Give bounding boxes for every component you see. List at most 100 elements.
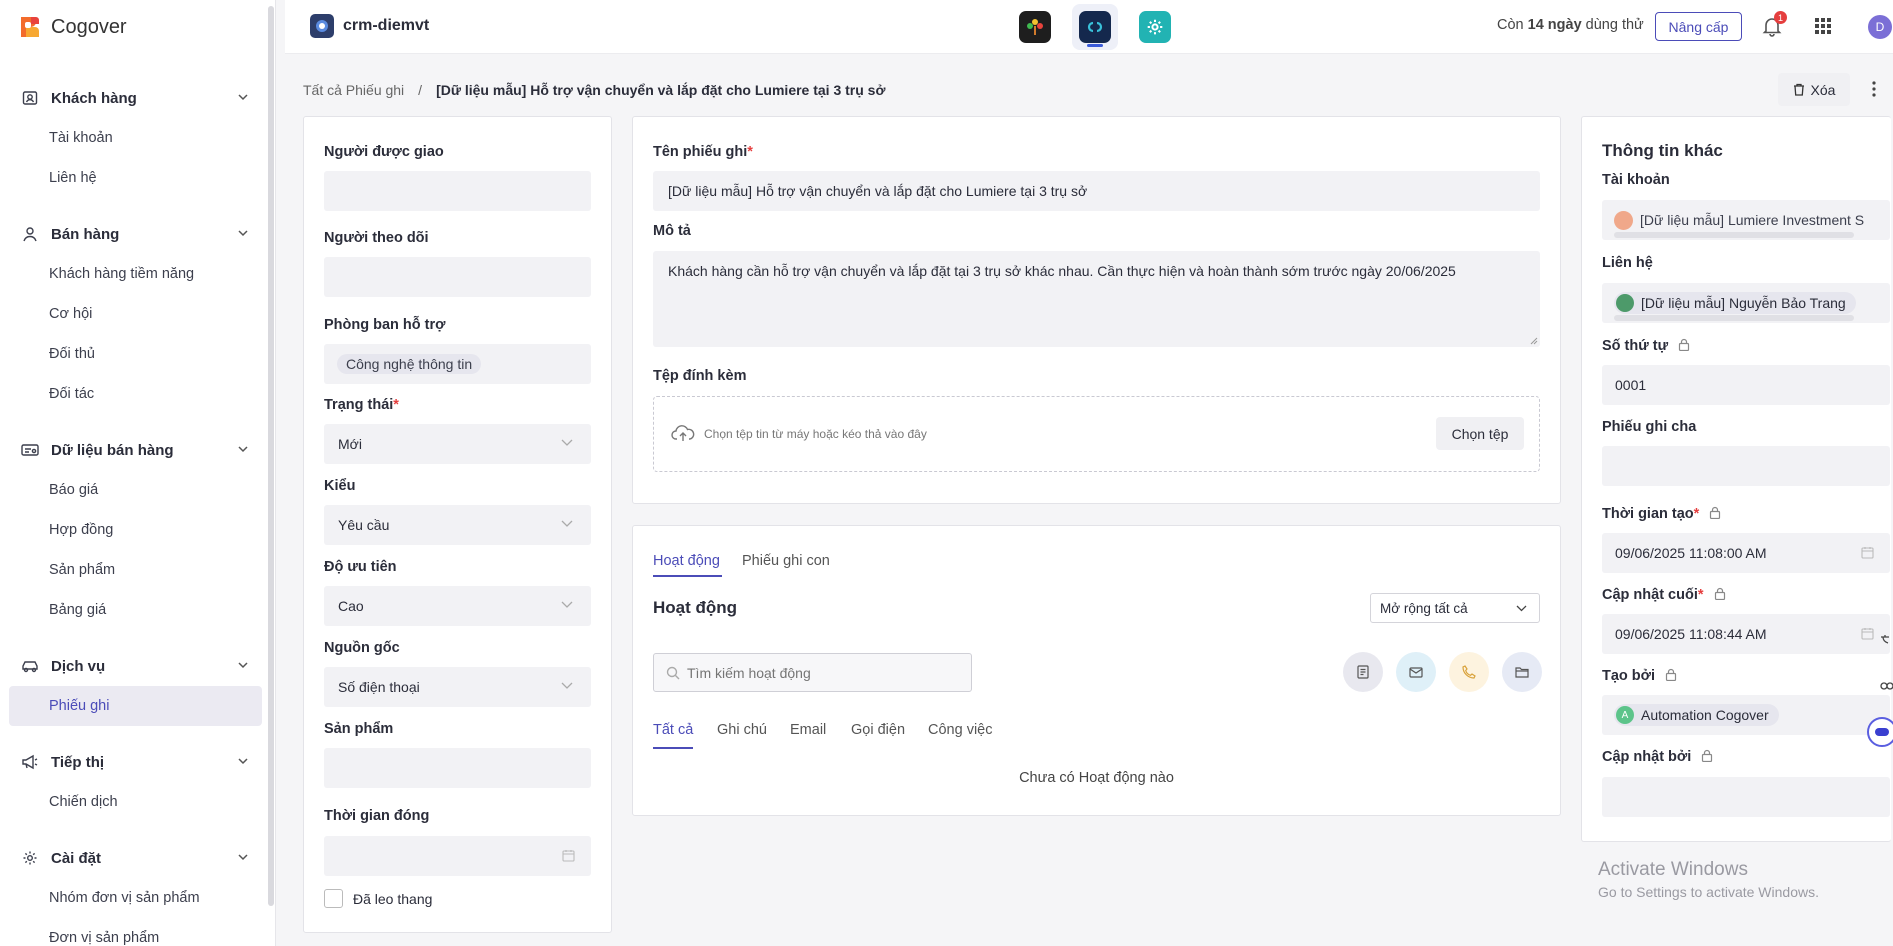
tab-hoat-dong[interactable]: Hoạt động bbox=[653, 553, 720, 569]
delete-button[interactable]: Xóa bbox=[1778, 73, 1850, 106]
sidebar-item-chien-dich[interactable]: Chiến dịch bbox=[9, 782, 262, 822]
expand-all-select[interactable]: Mở rộng tất cả bbox=[1370, 593, 1540, 623]
link-icon[interactable] bbox=[1879, 678, 1893, 694]
workspace-name: crm-diemvt bbox=[343, 17, 430, 34]
more-vertical-icon[interactable] bbox=[1872, 81, 1876, 97]
app-tile-settings[interactable] bbox=[1132, 4, 1178, 50]
origin-select[interactable]: Số điện thoại bbox=[324, 667, 591, 707]
nav-group-label: Bán hàng bbox=[51, 225, 120, 243]
chevron-down-icon bbox=[238, 94, 248, 101]
workspace-icon bbox=[310, 14, 334, 38]
scrollbar-thumb[interactable] bbox=[268, 6, 274, 906]
app-logo[interactable]: Cogover bbox=[17, 14, 127, 40]
contact-name: [Dữ liệu mẫu] Nguyễn Bảo Trang bbox=[1641, 295, 1846, 311]
type-label: Kiểu bbox=[324, 478, 356, 494]
created-by-tag: A Automation Cogover bbox=[1614, 704, 1779, 726]
app-tile-flower[interactable] bbox=[1012, 4, 1058, 50]
sidebar-item-khach-hang-tiem-nang[interactable]: Khách hàng tiềm năng bbox=[9, 254, 262, 294]
windows-activation-subtitle: Go to Settings to activate Windows. bbox=[1598, 884, 1819, 900]
sidebar-item-lien-he[interactable]: Liên hệ bbox=[9, 158, 262, 198]
created-time-label: Thời gian tạo* bbox=[1602, 506, 1721, 522]
contact-scrollbar[interactable] bbox=[1614, 315, 1854, 321]
escalated-checkbox[interactable] bbox=[324, 889, 343, 908]
note-action-button[interactable] bbox=[1343, 652, 1383, 692]
breadcrumb-root-link[interactable]: Tất cả Phiếu ghi bbox=[303, 82, 404, 98]
parent-ticket-field[interactable] bbox=[1602, 446, 1890, 486]
nav-group-dich-vu[interactable]: Dịch vụ bbox=[9, 646, 262, 686]
email-action-button[interactable] bbox=[1396, 652, 1436, 692]
department-label: Phòng ban hỗ trợ bbox=[324, 317, 446, 333]
status-select[interactable]: Mới bbox=[324, 424, 591, 464]
sidebar-item-bang-gia[interactable]: Bảng giá bbox=[9, 590, 262, 630]
sidebar-item-don-vi-san-pham[interactable]: Đơn vị sản phẩm bbox=[9, 918, 262, 946]
department-field[interactable]: Công nghệ thông tin bbox=[324, 344, 591, 384]
priority-select[interactable]: Cao bbox=[324, 586, 591, 626]
sidebar-item-phieu-ghi[interactable]: Phiếu ghi bbox=[9, 686, 262, 726]
filter-goi-dien[interactable]: Gọi điện bbox=[851, 722, 905, 738]
translate-icon[interactable] bbox=[1879, 634, 1893, 650]
filter-ghi-chu[interactable]: Ghi chú bbox=[717, 722, 767, 738]
product-field[interactable] bbox=[324, 748, 591, 788]
upgrade-button[interactable]: Nâng cấp bbox=[1655, 12, 1742, 41]
user-avatar[interactable]: D bbox=[1868, 15, 1892, 39]
type-select[interactable]: Yêu cầu bbox=[324, 505, 591, 545]
description-textarea[interactable]: Khách hàng cần hỗ trợ vận chuyển và lắp … bbox=[653, 251, 1540, 347]
sidebar-item-bao-gia[interactable]: Báo giá bbox=[9, 470, 262, 510]
nav-group-cai-dat[interactable]: Cài đặt bbox=[9, 838, 262, 878]
chatbot-icon[interactable] bbox=[1867, 717, 1893, 747]
apps-grid-icon[interactable] bbox=[1815, 18, 1831, 34]
nav-group-tiep-thi[interactable]: Tiếp thị bbox=[9, 742, 262, 782]
sidebar-item-doi-tac[interactable]: Đối tác bbox=[9, 374, 262, 414]
other-info-card: Thông tin khác Tài khoản [Dữ liệu mẫu] L… bbox=[1581, 116, 1891, 842]
resize-handle-icon[interactable] bbox=[1530, 337, 1538, 345]
file-dropzone[interactable]: Chọn tệp tin từ máy hoặc kéo thả vào đây… bbox=[653, 396, 1540, 472]
escalated-checkbox-row[interactable]: Đã leo thang bbox=[324, 889, 432, 908]
filter-cong-viec[interactable]: Công việc bbox=[928, 722, 992, 738]
lock-icon bbox=[1714, 587, 1725, 600]
active-tab-indicator bbox=[653, 575, 722, 577]
sidebar-scrollbar[interactable] bbox=[267, 6, 275, 906]
assignee-field[interactable] bbox=[324, 171, 591, 211]
app-tile-crm[interactable] bbox=[1072, 4, 1118, 50]
created-by-label: Tạo bởi bbox=[1602, 668, 1677, 684]
name-input[interactable]: [Dữ liệu mẫu] Hỗ trợ vận chuyển và lắp đ… bbox=[653, 171, 1540, 211]
activity-search-input[interactable] bbox=[687, 664, 957, 681]
filter-tat-ca[interactable]: Tất cả bbox=[653, 722, 693, 738]
sidebar-item-doi-thu[interactable]: Đối thủ bbox=[9, 334, 262, 374]
main-details-card: Tên phiếu ghi* [Dữ liệu mẫu] Hỗ trợ vận … bbox=[632, 116, 1561, 504]
close-time-field[interactable] bbox=[324, 836, 591, 876]
email-icon bbox=[1409, 666, 1423, 678]
sidebar-item-co-hoi[interactable]: Cơ hội bbox=[9, 294, 262, 334]
task-action-button[interactable] bbox=[1502, 652, 1542, 692]
contact-tag: [Dữ liệu mẫu] Nguyễn Bảo Trang bbox=[1614, 292, 1856, 314]
crm-app-icon bbox=[1079, 11, 1111, 43]
sidebar-item-nhom-don-vi-san-pham[interactable]: Nhóm đơn vị sản phẩm bbox=[9, 878, 262, 918]
sidebar-item-tai-khoan[interactable]: Tài khoản bbox=[9, 118, 262, 158]
account-scrollbar[interactable] bbox=[1614, 232, 1854, 238]
order-label: Số thứ tự bbox=[1602, 338, 1690, 354]
created-by-name: Automation Cogover bbox=[1641, 707, 1769, 723]
workspace-switcher[interactable]: crm-diemvt bbox=[310, 14, 429, 38]
activity-search[interactable] bbox=[653, 653, 972, 692]
sidebar-item-hop-dong[interactable]: Hợp đồng bbox=[9, 510, 262, 550]
sidebar-item-san-pham[interactable]: Sản phẩm bbox=[9, 550, 262, 590]
tab-phieu-ghi-con[interactable]: Phiếu ghi con bbox=[742, 553, 830, 569]
nav-group-ban-hang[interactable]: Bán hàng bbox=[9, 214, 262, 254]
filter-email[interactable]: Email bbox=[790, 722, 826, 738]
trial-prefix: Còn bbox=[1497, 17, 1524, 33]
calendar-icon bbox=[562, 850, 575, 862]
breadcrumb-current: [Dữ liệu mẫu] Hỗ trợ vận chuyển và lắp đ… bbox=[436, 82, 886, 98]
follower-field[interactable] bbox=[324, 257, 591, 297]
choose-file-button[interactable]: Chọn tệp bbox=[1436, 417, 1524, 450]
nav-group-du-lieu-ban-hang[interactable]: Dữ liệu bán hàng bbox=[9, 430, 262, 470]
nav-group-label: Tiếp thị bbox=[51, 753, 105, 771]
description-text: Khách hàng cần hỗ trợ vận chuyển và lắp … bbox=[668, 263, 1456, 279]
created-time-value: 09/06/2025 11:08:00 AM bbox=[1615, 545, 1767, 561]
account-tag: [Dữ liệu mẫu] Lumiere Investment S bbox=[1640, 212, 1865, 228]
call-action-button[interactable] bbox=[1449, 652, 1489, 692]
account-label: Tài khoản bbox=[1602, 172, 1670, 188]
sidebar-nav: Khách hàng Tài khoản Liên hệ Bán hàng Kh… bbox=[9, 78, 262, 946]
nav-group-khach-hang[interactable]: Khách hàng bbox=[9, 78, 262, 118]
priority-label: Độ ưu tiên bbox=[324, 559, 397, 575]
created-by-avatar: A bbox=[1616, 706, 1634, 724]
